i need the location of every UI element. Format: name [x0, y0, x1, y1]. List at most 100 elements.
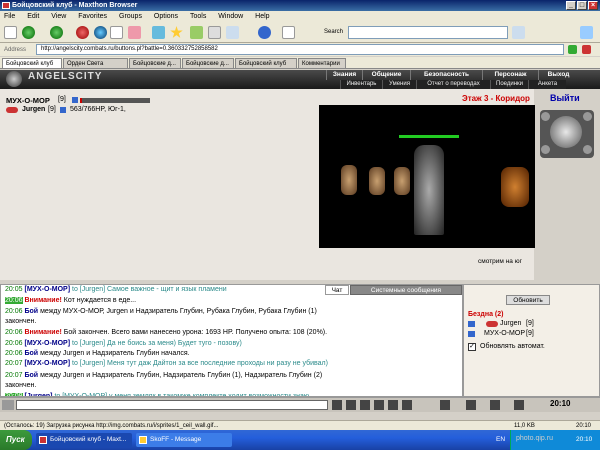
- nav-communication[interactable]: Общение: [362, 70, 410, 80]
- turn-right-icon[interactable]: [583, 112, 592, 121]
- player-info-icon[interactable]: [72, 97, 78, 103]
- monster-figure[interactable]: [394, 167, 410, 195]
- maximize-button[interactable]: □: [577, 1, 587, 10]
- nav-exit[interactable]: Выход: [538, 70, 578, 80]
- start-button[interactable]: Пуск: [0, 430, 32, 450]
- tab-fight-club-2[interactable]: Бойцовские д...: [129, 58, 181, 69]
- favorites-star-icon[interactable]: [170, 26, 183, 38]
- forward-icon[interactable]: [50, 26, 63, 39]
- menu-window[interactable]: Window: [218, 13, 243, 20]
- menu-view[interactable]: View: [51, 13, 66, 20]
- private-icon[interactable]: [468, 321, 475, 327]
- page-icon[interactable]: [110, 26, 123, 39]
- search-input[interactable]: [348, 26, 508, 39]
- menu-help[interactable]: Help: [255, 13, 269, 20]
- exit-link[interactable]: Выйти: [550, 93, 580, 103]
- nav-skills[interactable]: Умения: [382, 80, 416, 89]
- translit-icon[interactable]: [388, 400, 398, 410]
- tools-icon[interactable]: [208, 26, 221, 39]
- compass-icon[interactable]: [550, 116, 582, 148]
- screen-icon[interactable]: [282, 26, 295, 39]
- status-text: (Осталось: 19) Загрузка рисунка http://i…: [4, 423, 219, 429]
- step-back-icon[interactable]: [541, 145, 550, 154]
- monster-figure[interactable]: [369, 167, 385, 195]
- chat-menu-icon[interactable]: [2, 400, 14, 410]
- popup-icon[interactable]: [226, 26, 239, 39]
- tab-fight-club-3[interactable]: Бойцовские д...: [182, 58, 234, 69]
- music-icon[interactable]: [490, 400, 500, 410]
- filter-icon[interactable]: [360, 400, 370, 410]
- opponent-name[interactable]: Jurgen: [22, 106, 45, 113]
- stop-icon[interactable]: [76, 26, 89, 39]
- tab-chat[interactable]: Чат: [325, 285, 349, 295]
- opponent-info-icon[interactable]: [60, 107, 66, 113]
- dungeon-scene[interactable]: [319, 105, 535, 248]
- chat-sender[interactable]: Бой: [24, 308, 38, 315]
- turn-left-icon[interactable]: [541, 112, 550, 121]
- nav-transfer-report[interactable]: Отчет о переводах: [416, 80, 490, 89]
- home-icon[interactable]: [128, 26, 141, 39]
- tab-system-messages[interactable]: Системные сообщения: [350, 285, 462, 295]
- refresh-button[interactable]: Обновить: [506, 295, 550, 305]
- menu-options[interactable]: Options: [154, 13, 178, 20]
- monster-figure[interactable]: [501, 167, 529, 207]
- settings-icon[interactable]: [514, 400, 524, 410]
- chat-sender[interactable]: [МУХ-О-МОР]: [24, 286, 70, 293]
- nav-battles[interactable]: Поединки: [490, 80, 528, 89]
- chat-sender[interactable]: [МУХ-О-МОР]: [24, 360, 70, 367]
- tab-fight-club[interactable]: Бойцовский клуб: [2, 58, 62, 69]
- menu-file[interactable]: File: [4, 13, 15, 20]
- nav-security[interactable]: Безопасность: [410, 70, 482, 80]
- map-icon[interactable]: [583, 145, 592, 154]
- player-name[interactable]: МУХ-О-МОР: [6, 96, 50, 105]
- nav-knowledge[interactable]: Знания: [326, 70, 362, 80]
- taskbar-item-message[interactable]: SkoFF - Message: [136, 433, 232, 447]
- nav-inventory[interactable]: Инвентарь: [340, 80, 382, 89]
- chat-sender[interactable]: Бой: [24, 372, 38, 379]
- new-page-icon[interactable]: [4, 26, 17, 39]
- menu-groups[interactable]: Groups: [119, 13, 142, 20]
- taskbar-item-browser[interactable]: Бойцовский клуб - Maxt...: [36, 433, 132, 447]
- save-icon[interactable]: [374, 400, 384, 410]
- close-button[interactable]: ×: [588, 1, 598, 10]
- address-close-icon[interactable]: [582, 45, 591, 54]
- room-user-name[interactable]: Jurgen: [500, 320, 521, 327]
- nav-character[interactable]: Персонаж: [482, 70, 538, 80]
- toolbar-options-icon[interactable]: [580, 26, 593, 39]
- chat-log[interactable]: 20:05 [МУХ-О-МОР] to [Jurgen] Самое важн…: [0, 284, 463, 397]
- attack-icon[interactable]: [486, 321, 498, 327]
- address-input[interactable]: http://angelscity.combats.ru/buttons.pl?…: [36, 44, 564, 55]
- private-icon[interactable]: [468, 331, 475, 337]
- nav-profile[interactable]: Анкета: [528, 80, 566, 89]
- tab-order-of-light[interactable]: Орден Света: [63, 58, 128, 69]
- menu-tools[interactable]: Tools: [190, 13, 206, 20]
- search-go-icon[interactable]: [512, 26, 525, 39]
- warden-figure[interactable]: [414, 145, 444, 235]
- menu-edit[interactable]: Edit: [27, 13, 39, 20]
- chat-input[interactable]: [16, 400, 328, 410]
- smiley-icon[interactable]: [346, 400, 356, 410]
- friends-icon[interactable]: [466, 400, 476, 410]
- groups-icon[interactable]: [190, 26, 203, 39]
- chat-sender[interactable]: Внимание!: [24, 297, 61, 304]
- tab-comments[interactable]: Комментарии: [298, 58, 346, 69]
- send-icon[interactable]: [332, 400, 342, 410]
- sound-icon[interactable]: [440, 400, 450, 410]
- auto-refresh-checkbox[interactable]: ✓: [468, 343, 476, 351]
- menu-favorites[interactable]: Favorites: [78, 13, 107, 20]
- chat-sender[interactable]: Внимание!: [24, 329, 61, 336]
- chat-sender[interactable]: [МУХ-О-МОР]: [24, 340, 70, 347]
- minimize-button[interactable]: _: [566, 1, 576, 10]
- room-user-name[interactable]: МУХ-О-МОР: [484, 330, 525, 337]
- attack-icon[interactable]: [6, 107, 18, 113]
- back-icon[interactable]: [22, 26, 35, 39]
- open-icon[interactable]: [152, 26, 165, 39]
- clear-icon[interactable]: [402, 400, 412, 410]
- tab-fight-club-4[interactable]: Бойцовский клуб: [235, 58, 297, 69]
- refresh-icon[interactable]: [94, 26, 107, 39]
- undo-icon[interactable]: [258, 26, 271, 39]
- go-icon[interactable]: [568, 45, 577, 54]
- monster-figure[interactable]: [341, 165, 357, 195]
- chat-sender[interactable]: Бой: [24, 350, 38, 357]
- language-indicator[interactable]: EN: [496, 436, 505, 443]
